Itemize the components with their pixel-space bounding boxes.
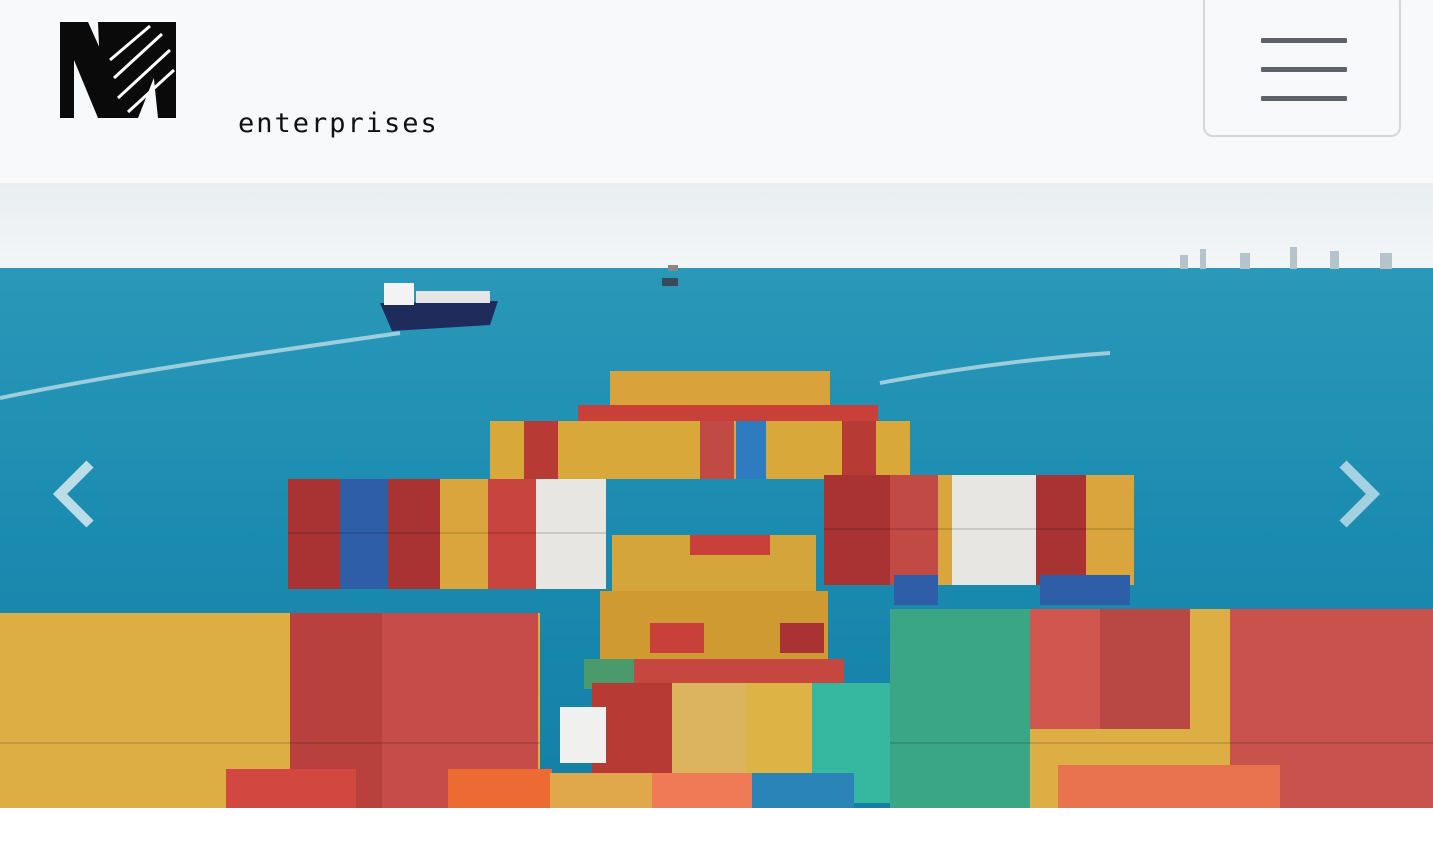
chevron-left-icon	[52, 460, 94, 528]
navbar: enterprises	[0, 0, 1433, 183]
chevron-right-icon	[1339, 460, 1381, 528]
navbar-toggle-button[interactable]	[1203, 0, 1401, 137]
carousel-prev-button[interactable]	[0, 183, 150, 808]
brand-logo[interactable]: enterprises	[58, 20, 437, 137]
hero-carousel	[0, 183, 1433, 808]
hamburger-menu-icon	[1261, 38, 1347, 101]
brand-name: enterprises	[238, 108, 439, 139]
cargo-ship-image	[0, 183, 1433, 808]
carousel-next-button[interactable]	[1283, 183, 1433, 808]
